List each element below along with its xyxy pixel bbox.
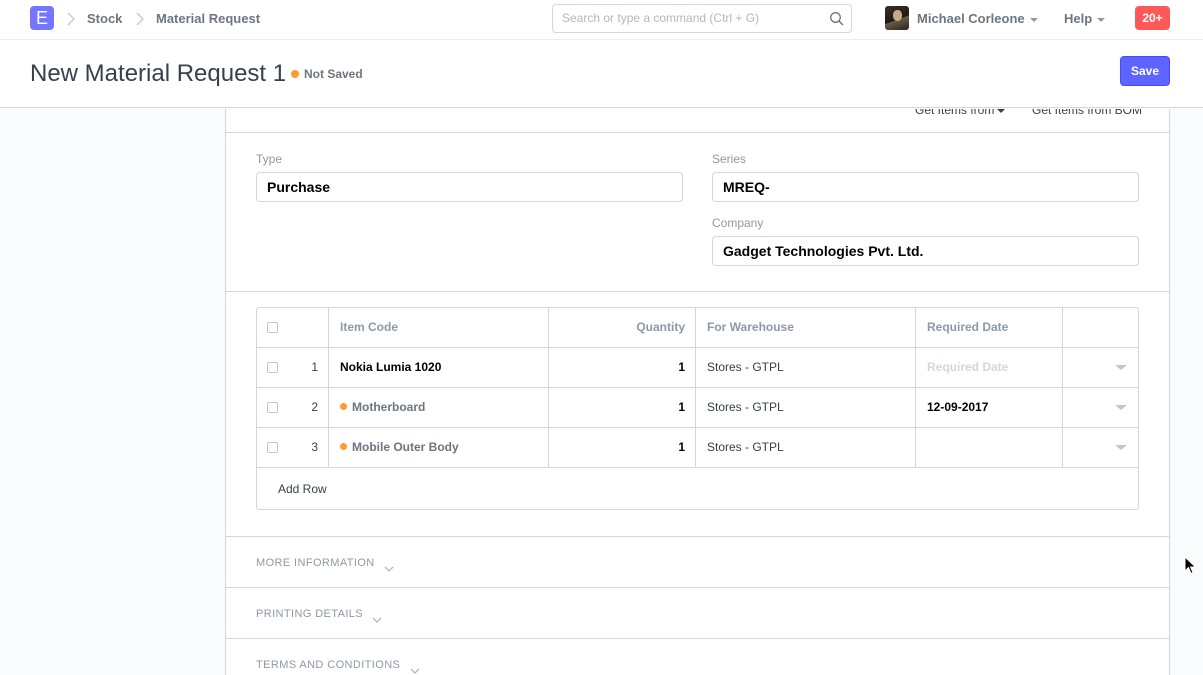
section-divider — [226, 587, 1169, 588]
cell-required-date[interactable] — [916, 428, 1063, 467]
caret-down-icon — [997, 109, 1006, 113]
row-expand-caret-icon[interactable] — [1115, 365, 1127, 370]
series-label: Series — [712, 152, 747, 166]
add-row-button[interactable]: Add Row — [278, 482, 327, 496]
type-field[interactable]: Purchase — [256, 172, 683, 202]
section-terms-and-conditions[interactable]: TERMS AND CONDITIONS — [256, 659, 400, 671]
section-more-information[interactable]: MORE INFORMATION — [256, 557, 375, 569]
search-icon[interactable] — [829, 11, 845, 27]
section-title: MORE INFORMATION — [256, 557, 375, 569]
caret-down-icon — [1029, 17, 1038, 22]
page-title: New Material Request 1 — [30, 60, 287, 87]
cell-warehouse[interactable]: Stores - GTPL — [696, 388, 916, 427]
cell-required-date[interactable]: 12-09-2017 — [916, 388, 1063, 427]
item-code-text: Mobile Outer Body — [352, 440, 459, 454]
header-item-code: Item Code — [329, 308, 549, 347]
company-label: Company — [712, 216, 764, 230]
section-divider — [226, 638, 1169, 639]
cell-quantity[interactable]: 1 — [549, 348, 696, 387]
cell-quantity[interactable]: 1 — [549, 428, 696, 467]
item-code-text: Motherboard — [352, 400, 426, 414]
section-printing-details[interactable]: PRINTING DETAILS — [256, 608, 363, 620]
table-row[interactable]: 1 Nokia Lumia 1020 1 Stores - GTPL Requi… — [257, 348, 1138, 388]
search-input[interactable] — [562, 11, 822, 25]
form-card: Get Items from Get Items from BOM Type P… — [225, 109, 1170, 675]
row-expand-caret-icon[interactable] — [1115, 445, 1127, 450]
cell-item-code[interactable]: Nokia Lumia 1020 — [329, 348, 549, 387]
cell-quantity[interactable]: 1 — [549, 388, 696, 427]
table-row[interactable]: 2 Motherboard 1 Stores - GTPL 12-09-2017 — [257, 388, 1138, 428]
notifications-badge[interactable]: 20+ — [1135, 6, 1170, 30]
get-items-from-label: Get Items from — [915, 109, 995, 117]
breadcrumb-stock[interactable]: Stock — [87, 11, 122, 26]
chevron-down-icon — [372, 611, 382, 623]
mouse-pointer-icon — [1184, 555, 1198, 576]
status-badge: Not Saved — [304, 67, 363, 81]
header-required-date: Required Date — [916, 308, 1063, 347]
user-name: Michael Corleone — [917, 11, 1025, 26]
series-field[interactable]: MREQ- — [712, 172, 1139, 202]
header-for-warehouse: For Warehouse — [696, 308, 916, 347]
section-divider — [226, 536, 1169, 537]
page-head: New Material Request 1 Not Saved Save — [0, 40, 1203, 108]
row-checkbox[interactable] — [267, 362, 278, 373]
cell-item-code[interactable]: Mobile Outer Body — [329, 428, 549, 467]
caret-down-icon — [1097, 17, 1106, 22]
app-logo[interactable]: E — [30, 6, 54, 30]
breadcrumb-material-request[interactable]: Material Request — [156, 11, 260, 26]
user-menu[interactable]: Michael Corleone — [917, 11, 1038, 26]
get-items-from-bom-button[interactable]: Get Items from BOM — [1032, 109, 1142, 117]
cell-warehouse[interactable]: Stores - GTPL — [696, 348, 916, 387]
search-bar — [552, 4, 852, 33]
get-items-from-dropdown[interactable]: Get Items from — [915, 109, 1006, 117]
help-label: Help — [1064, 11, 1093, 26]
section-title: TERMS AND CONDITIONS — [256, 659, 401, 671]
indicator-dot — [340, 403, 347, 411]
save-button[interactable]: Save — [1120, 56, 1170, 86]
header-quantity: Quantity — [549, 308, 696, 347]
row-expand-caret-icon[interactable] — [1115, 405, 1127, 410]
avatar[interactable] — [885, 6, 909, 30]
row-checkbox[interactable] — [267, 402, 278, 413]
select-all-checkbox[interactable] — [267, 322, 278, 333]
chevron-down-icon — [410, 662, 420, 674]
cell-item-code[interactable]: Motherboard — [329, 388, 549, 427]
help-menu[interactable]: Help — [1064, 11, 1106, 26]
chevron-down-icon — [384, 560, 394, 572]
section-divider — [226, 291, 1169, 292]
type-label: Type — [256, 152, 283, 166]
items-table: Item Code Quantity For Warehouse Require… — [256, 307, 1139, 510]
section-title: PRINTING DETAILS — [256, 608, 364, 620]
company-field[interactable]: Gadget Technologies Pvt. Ltd. — [712, 236, 1139, 266]
chevron-right-icon — [135, 9, 145, 29]
navbar: E Stock Material Request Michael Corleon… — [0, 0, 1203, 40]
status-indicator-dot — [291, 70, 299, 78]
cell-warehouse[interactable]: Stores - GTPL — [696, 428, 916, 467]
row-checkbox[interactable] — [267, 442, 278, 453]
table-header-row: Item Code Quantity For Warehouse Require… — [257, 308, 1138, 348]
cell-required-date[interactable]: Required Date — [916, 348, 1063, 387]
form-toolbar: Get Items from Get Items from BOM — [226, 109, 1169, 133]
table-row[interactable]: 3 Mobile Outer Body 1 Stores - GTPL — [257, 428, 1138, 468]
indicator-dot — [340, 443, 347, 451]
item-code-text: Nokia Lumia 1020 — [340, 360, 442, 374]
chevron-right-icon — [66, 9, 76, 29]
